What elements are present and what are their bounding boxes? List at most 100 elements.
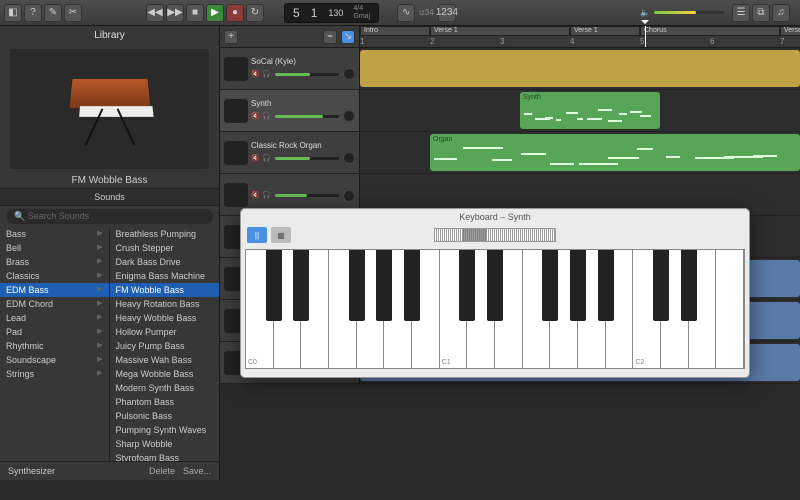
sustain-button[interactable]: || [247,227,267,243]
black-key[interactable] [653,250,669,321]
black-key[interactable] [681,250,697,321]
ruler[interactable]: IntroVerse 1Verse 1ChorusVerse 212345678 [360,26,800,47]
track-row[interactable]: Synth🔇🎧Synth [220,90,800,132]
solo-button[interactable]: 🎧 [262,191,271,200]
browser-item[interactable]: Heavy Rotation Bass [110,297,220,311]
pan-knob[interactable] [343,190,355,202]
black-key[interactable] [459,250,475,321]
black-key[interactable] [487,250,503,321]
arrangement-marker[interactable]: Verse 1 [570,26,640,36]
browser-item[interactable]: Breathless Pumping [110,227,220,241]
region[interactable]: Organ [430,134,800,171]
automation-icon[interactable]: ⌁ [323,30,337,44]
volume-down-icon[interactable]: 🔈 [640,8,650,17]
black-key[interactable] [349,250,365,321]
play-button[interactable]: ▶ [206,4,224,22]
black-key[interactable] [404,250,420,321]
countoff-icon[interactable]: 1234 [438,4,456,22]
lcd-sig[interactable]: 4/4 [353,5,370,12]
arrangement-marker[interactable]: Verse 1 [430,26,570,36]
keyboard-window[interactable]: Keyboard – Synth || ▦ C0C1C2 [240,208,750,378]
browser-item[interactable]: Brass▶ [0,255,109,269]
browser-item[interactable]: Pumping Synth Waves [110,423,220,437]
track-row[interactable]: SoCal (Kyle)🔇🎧 [220,48,800,90]
black-key[interactable] [570,250,586,321]
track-lane[interactable]: Synth [360,90,800,131]
browser-item[interactable]: Heavy Wobble Bass [110,311,220,325]
browser-item[interactable]: Enigma Bass Machine [110,269,220,283]
black-key[interactable] [598,250,614,321]
browser-item[interactable]: Pulsonic Bass [110,409,220,423]
record-button[interactable]: ● [226,4,244,22]
black-key[interactable] [376,250,392,321]
browser-item[interactable]: Pad▶ [0,325,109,339]
mute-button[interactable]: 🔇 [251,112,260,121]
scissors-icon[interactable]: ✂ [64,4,82,22]
browser-item[interactable]: Styrofoam Bass [110,451,220,461]
pan-knob[interactable] [343,152,355,164]
black-key[interactable] [266,250,282,321]
solo-button[interactable]: 🎧 [262,154,271,163]
notepad-icon[interactable]: ☰ [732,4,750,22]
browser-item[interactable]: Massive Wah Bass [110,353,220,367]
mute-button[interactable]: 🔇 [251,154,260,163]
browser-item[interactable]: Hollow Pumper [110,325,220,339]
lcd-key[interactable]: Gmaj [353,13,370,20]
catch-icon[interactable]: ↘ [341,30,355,44]
loops-icon[interactable]: ⧉ [752,4,770,22]
footer-category[interactable]: Synthesizer [8,466,55,476]
region[interactable] [360,50,800,87]
lcd-sig-key[interactable]: 4/4 Gmaj [353,5,370,20]
track-header[interactable]: SoCal (Kyle)🔇🎧 [220,48,360,89]
browser-item[interactable]: Phantom Bass [110,395,220,409]
tuner-icon[interactable]: ∿ [397,4,415,22]
white-key[interactable] [716,250,744,368]
playhead[interactable] [645,26,646,47]
track-volume-slider[interactable] [275,73,339,76]
track-header[interactable]: Classic Rock Organ🔇🎧 [220,132,360,173]
master-volume-slider[interactable] [654,11,724,14]
black-key[interactable] [542,250,558,321]
delete-button[interactable]: Delete [149,466,175,476]
lcd-display[interactable]: 5 1 130 4/4 Gmaj [284,3,379,23]
browser-item[interactable]: FM Wobble Bass [110,283,220,297]
browser-item[interactable]: Bell▶ [0,241,109,255]
editors-icon[interactable]: ✎ [44,4,62,22]
browser-item[interactable]: Sharp Wobble [110,437,220,451]
browser-item[interactable]: Modern Synth Bass [110,381,220,395]
track-volume-slider[interactable] [275,115,339,118]
stop-button[interactable]: ■ [186,4,204,22]
browser-item[interactable]: Crush Stepper [110,241,220,255]
arrangement-marker[interactable]: Verse 2 [780,26,800,36]
track-header[interactable]: Synth🔇🎧 [220,90,360,131]
library-toggle-icon[interactable]: ◧ [4,4,22,22]
add-track-button[interactable]: + [224,30,238,44]
piano-keyboard[interactable]: C0C1C2 [245,249,745,369]
smart-controls-icon[interactable]: ? [24,4,42,22]
solo-button[interactable]: 🎧 [262,70,271,79]
save-button[interactable]: Save... [183,466,211,476]
track-lane[interactable] [360,48,800,89]
track-volume-slider[interactable] [275,157,339,160]
cycle-button[interactable]: ↻ [246,4,264,22]
browser-item[interactable]: Juicy Pump Bass [110,339,220,353]
black-key[interactable] [293,250,309,321]
forward-button[interactable]: ▶▶ [166,4,184,22]
arrangement-marker[interactable]: Intro [360,26,430,36]
pan-knob[interactable] [343,110,355,122]
browser-item[interactable]: EDM Bass▶ [0,283,109,297]
lcd-bars[interactable]: 5 [293,6,301,20]
track-lane[interactable]: Organ [360,132,800,173]
pan-knob[interactable] [343,68,355,80]
browser-item[interactable]: Strings▶ [0,367,109,381]
browser-item[interactable]: Classics▶ [0,269,109,283]
arrangement-marker[interactable]: Chorus [640,26,780,36]
track-volume-slider[interactable] [275,194,339,197]
browser-item[interactable]: Soundscape▶ [0,353,109,367]
browser-item[interactable]: Bass▶ [0,227,109,241]
browser-item[interactable]: Lead▶ [0,311,109,325]
rewind-button[interactable]: ◀◀ [146,4,164,22]
solo-button[interactable]: 🎧 [262,112,271,121]
search-input[interactable]: 🔍 Search Sounds [6,209,213,224]
lcd-tempo[interactable]: 130 [328,8,343,18]
